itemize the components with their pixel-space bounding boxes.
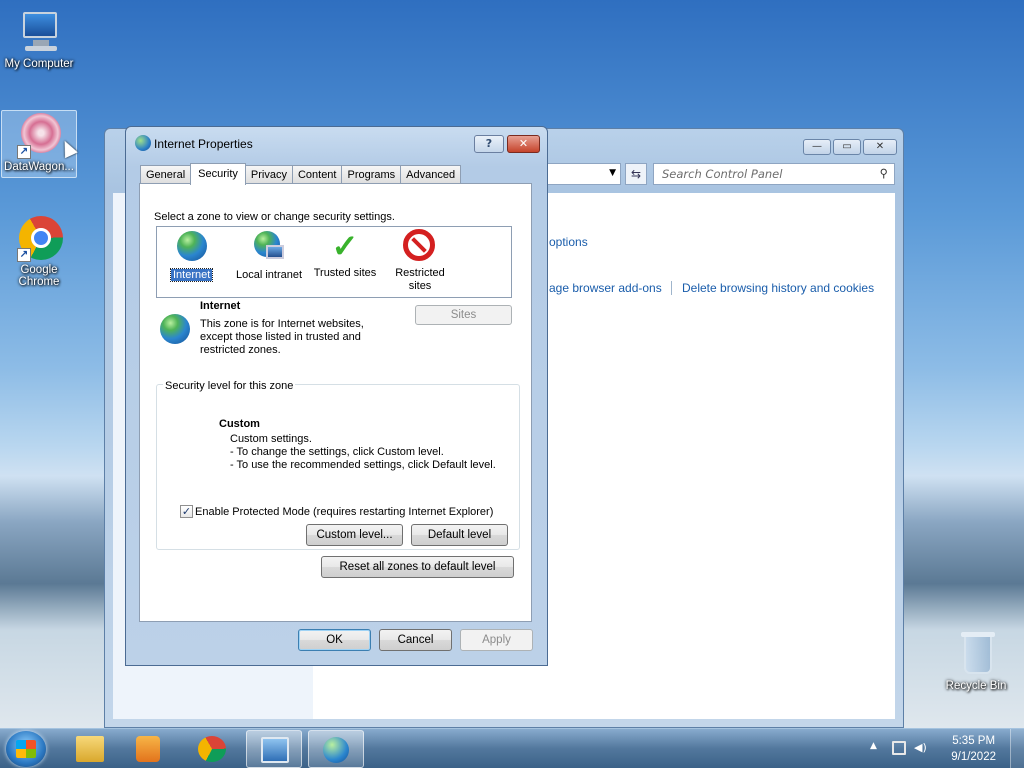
zone-description: restricted zones. [200,344,281,356]
desktop-icon-label: Google Chrome [18,264,60,288]
computer-icon [15,8,63,56]
zone-label: Internet [169,268,214,282]
internet-properties-icon [135,135,151,151]
link-separator [671,281,672,295]
custom-level-button[interactable]: Custom level... [306,524,403,546]
tab-security[interactable]: Security [190,163,246,185]
desktop-icon-recycle-bin[interactable]: Recycle Bin [936,630,1016,692]
datawagon-icon: ↗ [15,111,63,159]
zone-label: Restricted [395,267,445,279]
taskbar-media-player[interactable] [120,730,176,768]
tab-general[interactable]: General [140,165,192,185]
ok-button[interactable]: OK [298,629,371,651]
reset-all-zones-button[interactable]: Reset all zones to default level [321,556,514,578]
help-button[interactable]: ? [474,135,504,153]
zone-list: Internet Local intranet ✓ Trusted sites [156,226,512,298]
security-level-desc: - To use the recommended settings, click… [230,459,496,471]
internet-globe-icon [158,312,190,344]
link-delete-history[interactable]: Delete browsing history and cookies [682,281,874,295]
show-hidden-icons-button[interactable]: ▲ [870,741,877,751]
desktop-icon-my-computer[interactable]: My Computer [1,8,77,70]
clock-time: 5:35 PM [952,735,996,747]
desktop-icon-chrome[interactable]: ↗ Google Chrome [1,214,77,288]
refresh-icon: ⇆ [630,167,642,181]
search-input[interactable]: Search Control Panel ⚲ [653,163,895,185]
group-title: Security level for this zone [163,380,296,393]
local-intranet-icon [252,231,286,265]
zone-description: This zone is for Internet websites, [200,318,364,330]
close-button[interactable]: ✕ [507,135,540,153]
taskbar-internet-properties[interactable] [308,730,364,768]
taskbar-explorer[interactable] [62,730,118,768]
taskbar-chrome[interactable] [184,730,240,768]
clock-date: 9/1/2022 [951,751,996,763]
refresh-button[interactable]: ⇆ [625,163,647,185]
recycle-bin-icon [952,630,1000,678]
close-button[interactable]: ✕ [863,139,897,155]
checkmark-icon: ✓ [331,228,359,264]
internet-properties-icon [323,737,349,763]
security-level-name: Custom [219,418,260,430]
chrome-icon [198,736,226,762]
internet-globe-icon [175,231,209,265]
security-level-desc: - To change the settings, click Custom l… [230,446,444,458]
link-options[interactable]: options [549,235,588,249]
tab-strip: General Security Privacy Content Program… [140,163,462,185]
security-panel: Select a zone to view or change security… [139,183,532,622]
apply-button[interactable]: Apply [460,629,533,651]
zone-trusted-sites[interactable]: ✓ Trusted sites [311,229,379,280]
search-icon: ⚲ [879,166,888,180]
tab-programs[interactable]: Programs [341,165,402,185]
link-manage-addons[interactable]: age browser add-ons [549,281,662,295]
taskbar-control-panel[interactable] [246,730,302,768]
default-level-button[interactable]: Default level [411,524,508,546]
zone-local-intranet[interactable]: Local intranet [233,229,305,282]
desktop-icon-label: My Computer [4,58,74,70]
chevron-down-icon[interactable]: ▼ [609,168,616,178]
window-controls: — ▭ ✕ [803,139,897,155]
zone-restricted-sites[interactable]: Restricted sites [389,229,451,293]
minimize-button[interactable]: — [803,139,831,155]
desktop-icon-label: Recycle Bin [945,680,1007,692]
no-entry-icon [403,229,437,263]
internet-properties-dialog[interactable]: Internet Properties ? ✕ General Security… [125,126,548,666]
protected-mode-checkbox[interactable]: ✓ [180,505,193,518]
zone-name: Internet [200,300,241,312]
zone-label: sites [408,280,432,292]
windows-explorer-icon [76,736,104,762]
tab-advanced[interactable]: Advanced [400,165,462,185]
maximize-button[interactable]: ▭ [833,139,861,155]
security-level-desc: Custom settings. [230,433,312,445]
tab-privacy[interactable]: Privacy [244,165,293,185]
clock[interactable]: 5:35 PM 9/1/2022 [951,733,996,765]
volume-icon[interactable]: ◀) [914,741,927,754]
zone-label: Local intranet [235,269,303,281]
control-panel-icon [261,737,289,763]
windows-logo-icon [16,740,36,758]
network-icon[interactable] [892,741,906,755]
taskbar: ▲ ◀) 5:35 PM 9/1/2022 [0,728,1024,768]
start-button[interactable] [6,731,46,767]
protected-mode-label[interactable]: Enable Protected Mode (requires restarti… [195,506,493,519]
zone-prompt: Select a zone to view or change security… [154,211,395,223]
zone-label: Trusted sites [313,267,377,279]
chrome-icon: ↗ [15,214,63,262]
shortcut-arrow-icon: ↗ [17,145,31,159]
cancel-button[interactable]: Cancel [379,629,452,651]
desktop-icon-label: DataWagon... [4,161,74,173]
dialog-title: Internet Properties [154,137,253,151]
media-player-icon [136,736,160,762]
tab-content[interactable]: Content [291,165,343,185]
show-desktop-button[interactable] [1010,729,1024,768]
security-level-group: Security level for this zone Custom Cust… [156,380,520,550]
sites-button[interactable]: Sites [415,305,512,325]
zone-internet[interactable]: Internet [169,229,214,282]
zone-description: except those listed in trusted and [200,331,361,343]
shortcut-arrow-icon: ↗ [17,248,31,262]
